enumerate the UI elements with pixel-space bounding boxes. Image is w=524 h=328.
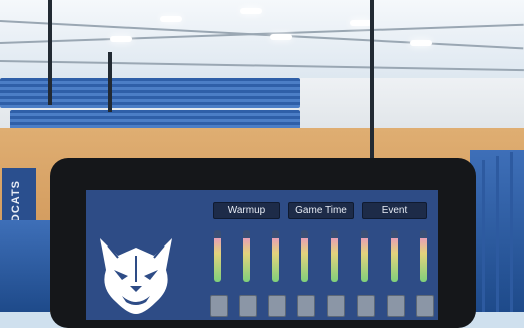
fader-handle[interactable] bbox=[297, 295, 315, 317]
fader-handle[interactable] bbox=[387, 295, 405, 317]
level-fill bbox=[420, 237, 427, 282]
level-fill bbox=[361, 237, 368, 282]
level-fill bbox=[391, 237, 398, 282]
level-meter bbox=[391, 230, 398, 282]
support-column bbox=[108, 52, 112, 112]
game-time-button[interactable]: Game Time bbox=[288, 202, 354, 219]
support-column bbox=[370, 0, 374, 160]
level-fill bbox=[243, 237, 250, 282]
fader-handle[interactable] bbox=[416, 295, 434, 317]
level-fill bbox=[301, 237, 308, 282]
ceiling-light bbox=[160, 16, 182, 22]
fader-handle[interactable] bbox=[327, 295, 345, 317]
balcony-railing bbox=[0, 220, 50, 312]
event-button[interactable]: Event bbox=[362, 202, 427, 219]
ceiling-light bbox=[350, 20, 372, 26]
level-meter bbox=[420, 230, 427, 282]
level-fill bbox=[331, 237, 338, 282]
level-meter bbox=[331, 230, 338, 282]
railing-bar bbox=[510, 152, 513, 312]
level-meter bbox=[301, 230, 308, 282]
ceiling-light bbox=[240, 8, 262, 14]
railing-bar bbox=[482, 160, 485, 312]
fader-handle[interactable] bbox=[239, 295, 257, 317]
level-meter bbox=[243, 230, 250, 282]
level-meter bbox=[361, 230, 368, 282]
railing-bar bbox=[496, 156, 499, 312]
ceiling-light bbox=[110, 36, 132, 42]
wildcat-logo bbox=[100, 238, 172, 314]
fader-handle[interactable] bbox=[357, 295, 375, 317]
ceiling-light bbox=[270, 34, 292, 40]
level-fill bbox=[272, 237, 279, 282]
level-meter bbox=[214, 230, 221, 282]
warmup-button[interactable]: Warmup bbox=[213, 202, 280, 219]
support-column bbox=[48, 0, 52, 105]
level-meter bbox=[272, 230, 279, 282]
level-fill bbox=[214, 237, 221, 282]
fader-handle[interactable] bbox=[268, 295, 286, 317]
fader-handle[interactable] bbox=[210, 295, 228, 317]
ceiling-light bbox=[410, 40, 432, 46]
bleachers bbox=[0, 78, 300, 108]
